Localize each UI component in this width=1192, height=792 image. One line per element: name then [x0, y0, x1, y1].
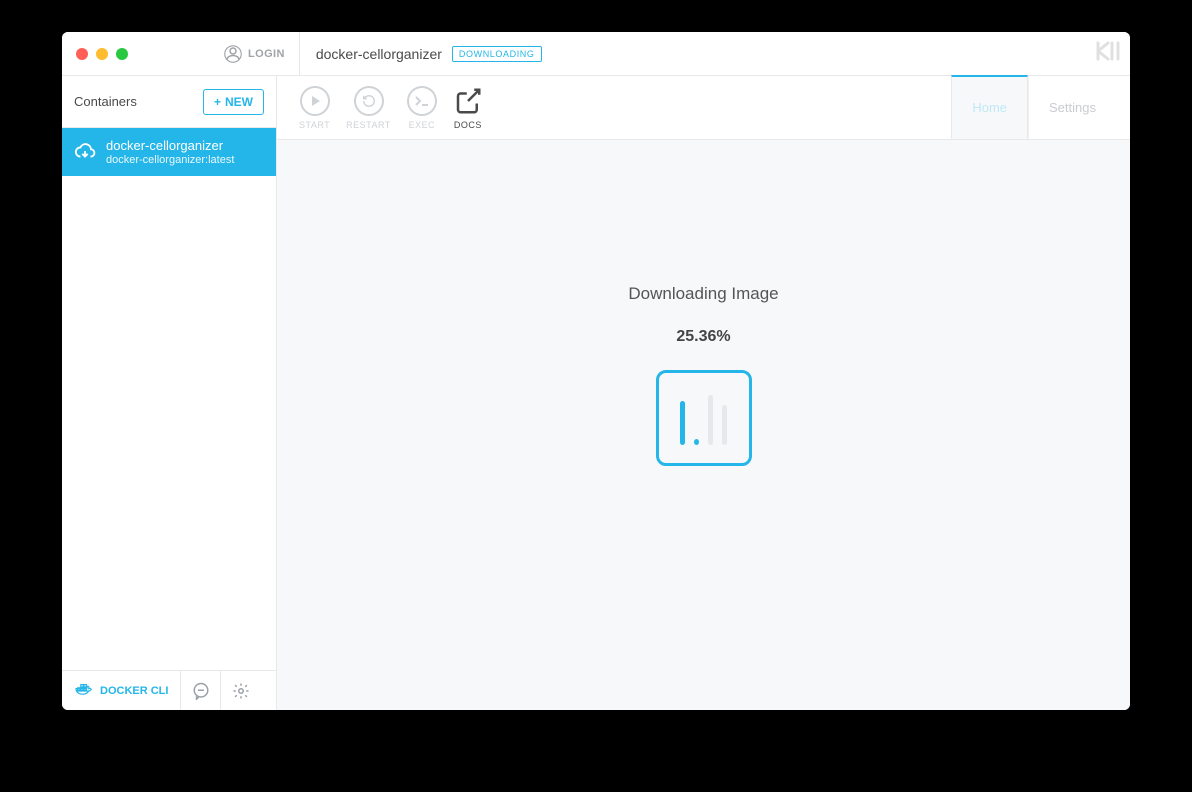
status-title: Downloading Image — [628, 284, 778, 304]
body: Containers + NEW docker-cellorganizer do… — [62, 76, 1130, 710]
container-image: docker-cellorganizer:latest — [106, 154, 234, 166]
new-label: NEW — [225, 95, 253, 109]
content: Downloading Image 25.36% — [277, 90, 1130, 660]
fullscreen-window-button[interactable] — [116, 48, 128, 60]
status-percent: 25.36% — [676, 328, 730, 346]
docker-cli-button[interactable]: DOCKER CLI — [62, 671, 180, 710]
main: START RESTART EXEC — [277, 76, 1130, 710]
new-container-button[interactable]: + NEW — [203, 89, 264, 115]
loading-indicator — [656, 370, 752, 466]
close-window-button[interactable] — [76, 48, 88, 60]
whale-icon — [74, 683, 94, 699]
gear-icon — [232, 682, 250, 700]
sidebar-footer: DOCKER CLI — [62, 670, 276, 710]
container-name: docker-cellorganizer — [106, 138, 234, 153]
title-block: docker-cellorganizer DOWNLOADING — [300, 46, 558, 62]
loader-bar — [708, 395, 713, 445]
sidebar-header: Containers + NEW — [62, 76, 276, 128]
sidebar-item-docker-cellorganizer[interactable]: docker-cellorganizer docker-cellorganize… — [62, 128, 276, 176]
settings-button[interactable] — [220, 671, 260, 710]
minimize-window-button[interactable] — [96, 48, 108, 60]
window-controls — [62, 32, 142, 75]
cloud-download-icon — [74, 141, 96, 163]
container-list: docker-cellorganizer docker-cellorganize… — [62, 128, 276, 670]
loader-bar — [694, 439, 699, 445]
status-badge: DOWNLOADING — [452, 46, 542, 62]
user-icon — [224, 45, 242, 63]
plus-icon: + — [214, 95, 221, 109]
login-label: LOGIN — [248, 48, 285, 60]
app-window: LOGIN docker-cellorganizer DOWNLOADING C… — [62, 32, 1130, 710]
brand-logo — [1096, 41, 1130, 66]
feedback-button[interactable] — [180, 671, 220, 710]
chat-icon — [192, 682, 210, 700]
container-text: docker-cellorganizer docker-cellorganize… — [106, 138, 234, 166]
sidebar: Containers + NEW docker-cellorganizer do… — [62, 76, 277, 710]
login-button[interactable]: LOGIN — [210, 32, 300, 75]
loader-bar — [722, 405, 727, 445]
loader-bar — [680, 401, 685, 445]
kitematic-logo-icon — [1096, 41, 1120, 61]
docker-cli-label: DOCKER CLI — [100, 685, 168, 697]
header: LOGIN docker-cellorganizer DOWNLOADING — [62, 32, 1130, 76]
sidebar-title: Containers — [74, 94, 137, 109]
container-title: docker-cellorganizer — [316, 46, 442, 62]
